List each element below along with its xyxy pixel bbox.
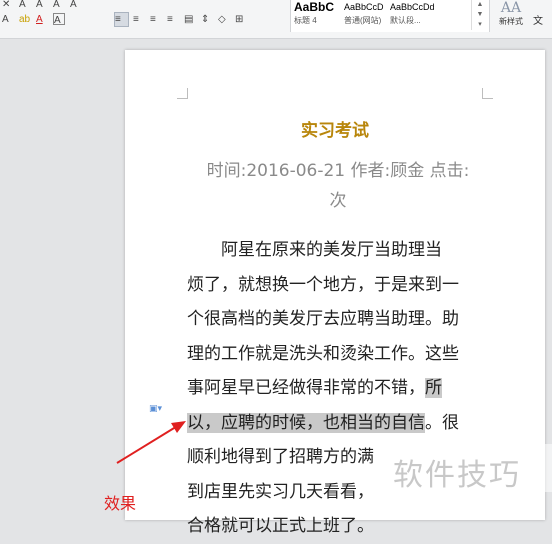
text-line: 合格就可以正式上班了。 — [187, 516, 374, 536]
annotation-label: 效果 — [104, 494, 137, 513]
annotation-arrow — [116, 421, 186, 464]
